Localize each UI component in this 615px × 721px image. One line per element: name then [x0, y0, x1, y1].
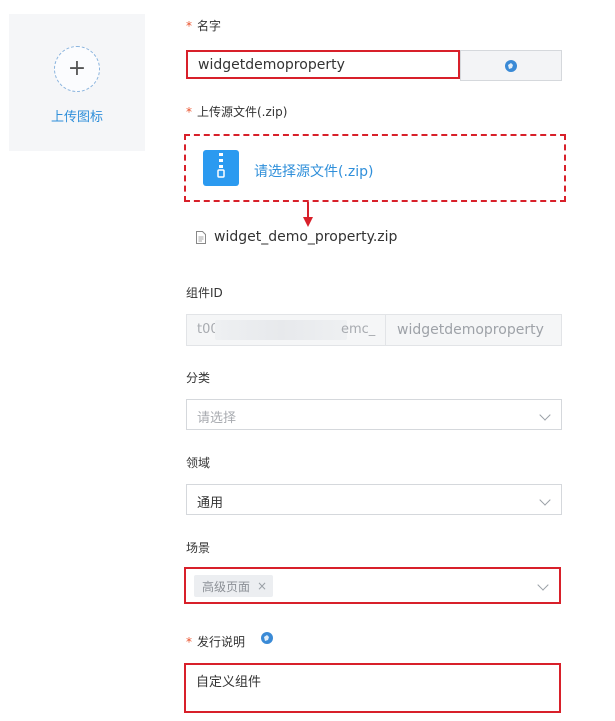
category-label: 分类	[186, 371, 211, 385]
component-id-suffix: emc_	[341, 322, 376, 337]
translate-icon[interactable]	[260, 631, 274, 645]
release-notes-label: * 发行说明	[186, 635, 246, 649]
uploaded-file-name: widget_demo_property.zip	[214, 229, 398, 245]
translate-icon	[505, 59, 517, 72]
component-id-prefix-box: t00 emc_	[187, 315, 386, 345]
required-mark: *	[186, 635, 192, 649]
scene-tag: 高级页面 ×	[194, 575, 274, 597]
plus-icon[interactable]: +	[54, 46, 100, 92]
name-input[interactable]: widgetdemoproperty	[186, 50, 460, 79]
annotation-arrow-head	[303, 217, 313, 227]
scene-label: 场景	[186, 541, 211, 555]
category-placeholder: 请选择	[197, 411, 237, 426]
file-icon	[196, 230, 206, 244]
name-label: * 名字	[186, 19, 222, 33]
zip-file-icon	[203, 150, 239, 186]
redacted-area	[215, 320, 347, 340]
category-select[interactable]: 请选择	[186, 399, 562, 430]
chevron-down-icon	[539, 494, 551, 506]
domain-label: 领域	[186, 456, 211, 470]
domain-value: 通用	[197, 496, 224, 511]
chevron-down-icon	[537, 579, 549, 591]
scene-select[interactable]: 高级页面 ×	[184, 567, 561, 604]
required-mark: *	[186, 19, 192, 33]
uploaded-file-row: widget_demo_property.zip	[195, 229, 397, 245]
scene-tag-label: 高级页面	[202, 579, 251, 594]
domain-select[interactable]: 通用	[186, 484, 562, 515]
component-id-label: 组件ID	[186, 286, 223, 300]
upload-icon-panel[interactable]: + 上传图标	[9, 14, 145, 151]
chevron-down-icon	[539, 409, 551, 421]
source-file-label: * 上传源文件(.zip)	[186, 105, 288, 119]
name-translate-button[interactable]	[460, 50, 562, 81]
release-notes-textarea[interactable]: 自定义组件	[184, 663, 561, 713]
component-id-field: t00 emc_ widgetdemoproperty	[186, 314, 562, 346]
tag-close-icon[interactable]: ×	[257, 579, 267, 593]
source-file-upload[interactable]: 请选择源文件(.zip)	[184, 134, 566, 202]
component-id-value: widgetdemoproperty	[397, 322, 544, 338]
upload-prompt-link[interactable]: 请选择源文件(.zip)	[254, 161, 374, 181]
upload-icon-label: 上传图标	[50, 110, 103, 125]
required-mark: *	[186, 105, 192, 119]
